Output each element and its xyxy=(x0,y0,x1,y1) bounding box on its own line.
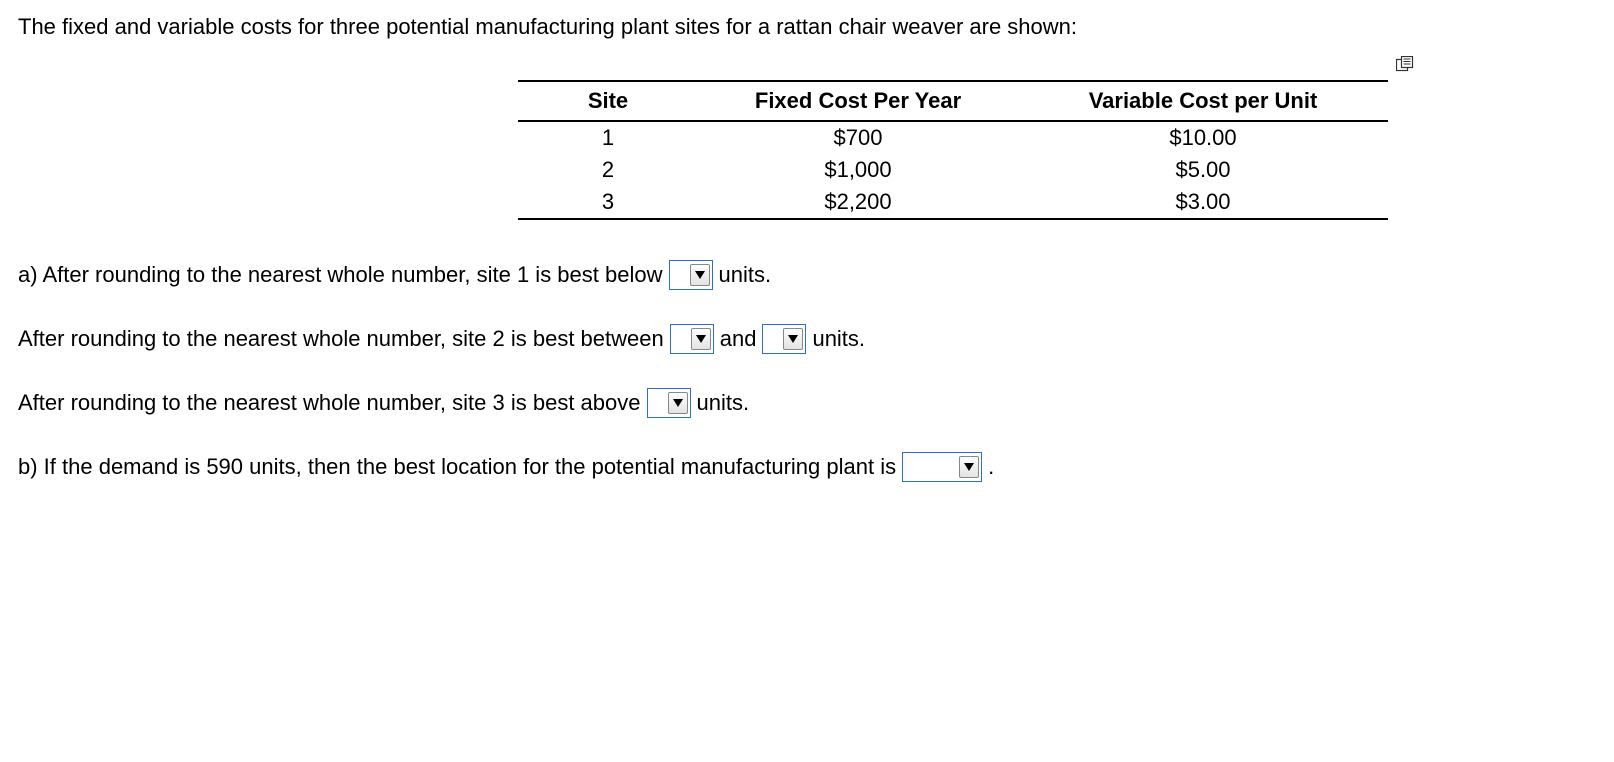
chevron-down-icon xyxy=(690,264,710,286)
cell-site: 2 xyxy=(518,154,698,186)
best-location-dropdown[interactable] xyxy=(902,452,982,482)
table-row: 2 $1,000 $5.00 xyxy=(518,154,1388,186)
cell-fixed: $700 xyxy=(698,121,1018,154)
cell-fixed: $1,000 xyxy=(698,154,1018,186)
question-a3: After rounding to the nearest whole numb… xyxy=(18,388,1596,418)
chevron-down-icon xyxy=(783,328,803,350)
site1-below-dropdown[interactable] xyxy=(669,260,713,290)
question-a1-post: units. xyxy=(719,262,772,288)
table-row: 3 $2,200 $3.00 xyxy=(518,186,1388,219)
question-a1: a) After rounding to the nearest whole n… xyxy=(18,260,1596,290)
table-row: 1 $700 $10.00 xyxy=(518,121,1388,154)
header-variable: Variable Cost per Unit xyxy=(1018,81,1388,121)
question-a3-pre: After rounding to the nearest whole numb… xyxy=(18,390,641,416)
cell-variable: $5.00 xyxy=(1018,154,1388,186)
question-a2: After rounding to the nearest whole numb… xyxy=(18,324,1596,354)
question-a1-pre: a) After rounding to the nearest whole n… xyxy=(18,262,663,288)
site2-between-high-dropdown[interactable] xyxy=(762,324,806,354)
cost-table: Site Fixed Cost Per Year Variable Cost p… xyxy=(518,80,1388,220)
question-a2-mid: and xyxy=(720,326,757,352)
popup-icon[interactable] xyxy=(1396,52,1414,68)
cell-site: 3 xyxy=(518,186,698,219)
cost-table-container: Site Fixed Cost Per Year Variable Cost p… xyxy=(518,80,1388,220)
cell-variable: $10.00 xyxy=(1018,121,1388,154)
question-a3-post: units. xyxy=(697,390,750,416)
question-b: b) If the demand is 590 units, then the … xyxy=(18,452,1596,482)
header-fixed: Fixed Cost Per Year xyxy=(698,81,1018,121)
cell-site: 1 xyxy=(518,121,698,154)
site3-above-dropdown[interactable] xyxy=(647,388,691,418)
table-header-row: Site Fixed Cost Per Year Variable Cost p… xyxy=(518,81,1388,121)
cell-fixed: $2,200 xyxy=(698,186,1018,219)
question-a2-pre: After rounding to the nearest whole numb… xyxy=(18,326,664,352)
intro-text: The fixed and variable costs for three p… xyxy=(18,14,1596,40)
chevron-down-icon xyxy=(691,328,711,350)
question-b-pre: b) If the demand is 590 units, then the … xyxy=(18,454,896,480)
question-b-post: . xyxy=(988,454,994,480)
chevron-down-icon xyxy=(959,456,979,478)
cell-variable: $3.00 xyxy=(1018,186,1388,219)
site2-between-low-dropdown[interactable] xyxy=(670,324,714,354)
question-a2-post: units. xyxy=(812,326,865,352)
header-site: Site xyxy=(518,81,698,121)
chevron-down-icon xyxy=(668,392,688,414)
